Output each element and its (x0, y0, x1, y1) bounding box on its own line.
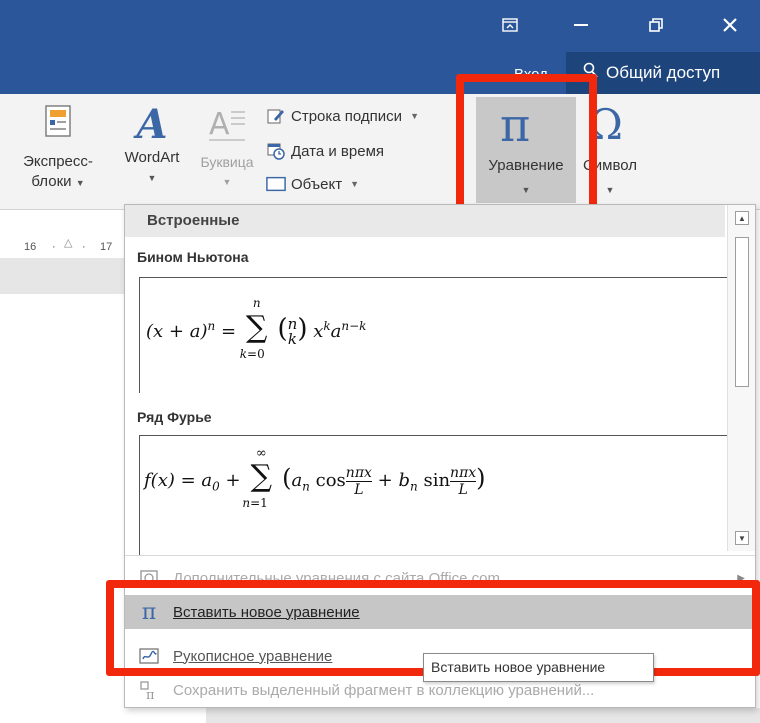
binomial-formula: (x + a)n = n ∑ k=0 (n k) xkan−k (146, 296, 367, 361)
ribbon-display-options-icon[interactable] (492, 10, 528, 40)
chevron-down-icon: ▼ (521, 185, 531, 195)
chevron-down-icon: ▼ (410, 111, 419, 121)
chevron-down-icon: ▼ (605, 185, 615, 195)
chevron-down-icon: ▼ (222, 177, 232, 187)
signature-line-label: Строка подписи (291, 107, 403, 125)
chevron-down-icon: ▼ (350, 179, 360, 189)
object-label: Объект (291, 175, 343, 193)
equation-card-fourier-series[interactable]: f(x) = a0 + ∞ ∑ n=1 (an cos nπx L + bn sin… (139, 435, 727, 555)
equation-label-wrap: Уравнение ▼ (476, 156, 576, 196)
quick-parts-label-2: блоки (31, 173, 72, 190)
quick-parts-label-2-wrap: блоки ▼ (31, 172, 84, 192)
document-background (206, 708, 760, 723)
scroll-up-icon[interactable]: ▲ (735, 211, 749, 225)
ink-equation-icon (125, 648, 173, 664)
scroll-down-icon[interactable]: ▼ (735, 531, 749, 545)
pi-icon: π (500, 98, 531, 152)
signature-pen-icon (266, 106, 286, 126)
ruler-mark-16: 16 (24, 241, 37, 253)
gallery-category-header: Встроенные (125, 205, 725, 237)
insert-new-equation-tooltip: Вставить новое уравнение (423, 653, 654, 682)
ruler-dot: · (52, 241, 56, 253)
calendar-clock-icon (266, 141, 286, 161)
wordart-button[interactable]: A WordArt ▼ (112, 104, 192, 184)
object-icon (266, 174, 286, 194)
more-equations-menu-item[interactable]: Дополнительные уравнения с сайта Office.… (125, 561, 755, 595)
date-time-button[interactable]: Дата и время (266, 139, 384, 163)
dropcap-label: Буквица (200, 154, 254, 170)
close-icon[interactable] (712, 10, 748, 40)
chevron-right-icon: ▶ (737, 572, 745, 584)
ink-equation-label: Рукописное уравнение (173, 647, 333, 665)
equation-card-binomial-theorem[interactable]: (x + a)n = n ∑ k=0 (n k) xkan−k (139, 277, 727, 393)
signature-line-button[interactable]: Строка подписи ▼ (266, 104, 419, 128)
equation-label: Уравнение (488, 157, 564, 174)
chevron-down-icon: ▼ (147, 173, 157, 183)
quick-parts-icon (43, 104, 73, 142)
equation-title-binomial: Бином Ньютона (137, 249, 249, 265)
svg-text:π: π (146, 688, 155, 700)
pi-icon: π (141, 599, 157, 625)
person-icon (582, 62, 600, 85)
symbol-button[interactable]: Символ ▼ (578, 156, 642, 196)
sign-in-link[interactable]: Вход (514, 66, 548, 83)
object-button[interactable]: Объект ▼ (266, 172, 359, 196)
gallery-scrollbar[interactable]: ▲ ▼ (727, 205, 755, 551)
ruler-mark-17: 17 (100, 241, 113, 253)
wordart-label: WordArt (124, 149, 180, 166)
minimize-icon[interactable] (563, 10, 599, 40)
insert-new-equation-label: Вставить новое уравнение (173, 603, 360, 621)
quick-parts-button[interactable]: Экспресс- блоки ▼ (6, 104, 110, 192)
equation-gallery: Встроенные Бином Ньютона (x + a)n = n ∑ … (124, 204, 756, 708)
share-label: Общий доступ (606, 63, 721, 82)
quick-parts-label-1: Экспресс- (23, 153, 93, 170)
dropcap-button[interactable]: A Буквица ▼ (190, 104, 264, 188)
more-equations-label: Дополнительные уравнения с сайта Office.… (173, 569, 500, 587)
office-com-icon (125, 569, 173, 587)
menu-divider (125, 555, 755, 556)
wordart-icon: A (136, 101, 168, 148)
insert-new-equation-menu-item[interactable]: π Вставить новое уравнение (125, 595, 755, 629)
horizontal-ruler: 16 · △ · 17 (0, 237, 126, 257)
chevron-down-icon: ▼ (75, 178, 85, 188)
document-background (0, 258, 126, 294)
date-time-label: Дата и время (291, 142, 385, 160)
svg-text:A: A (209, 107, 230, 142)
omega-icon: Ω (588, 100, 623, 149)
equation-title-fourier: Ряд Фурье (137, 409, 212, 425)
save-to-gallery-icon: π (125, 680, 173, 700)
dropcap-icon: A (207, 104, 247, 150)
scrollbar-thumb[interactable] (735, 237, 749, 387)
share-button[interactable]: Общий доступ (566, 52, 760, 94)
title-bar (0, 0, 760, 52)
symbol-label: Символ (582, 157, 638, 174)
save-to-gallery-label: Сохранить выделенный фрагмент в коллекци… (173, 681, 595, 699)
ruler-dot: · (82, 241, 86, 253)
restore-icon[interactable] (638, 10, 674, 40)
fourier-formula: f(x) = a0 + ∞ ∑ n=1 (an cos nπx L + bn sin… (144, 446, 486, 510)
indent-marker-icon[interactable]: △ (64, 236, 72, 249)
